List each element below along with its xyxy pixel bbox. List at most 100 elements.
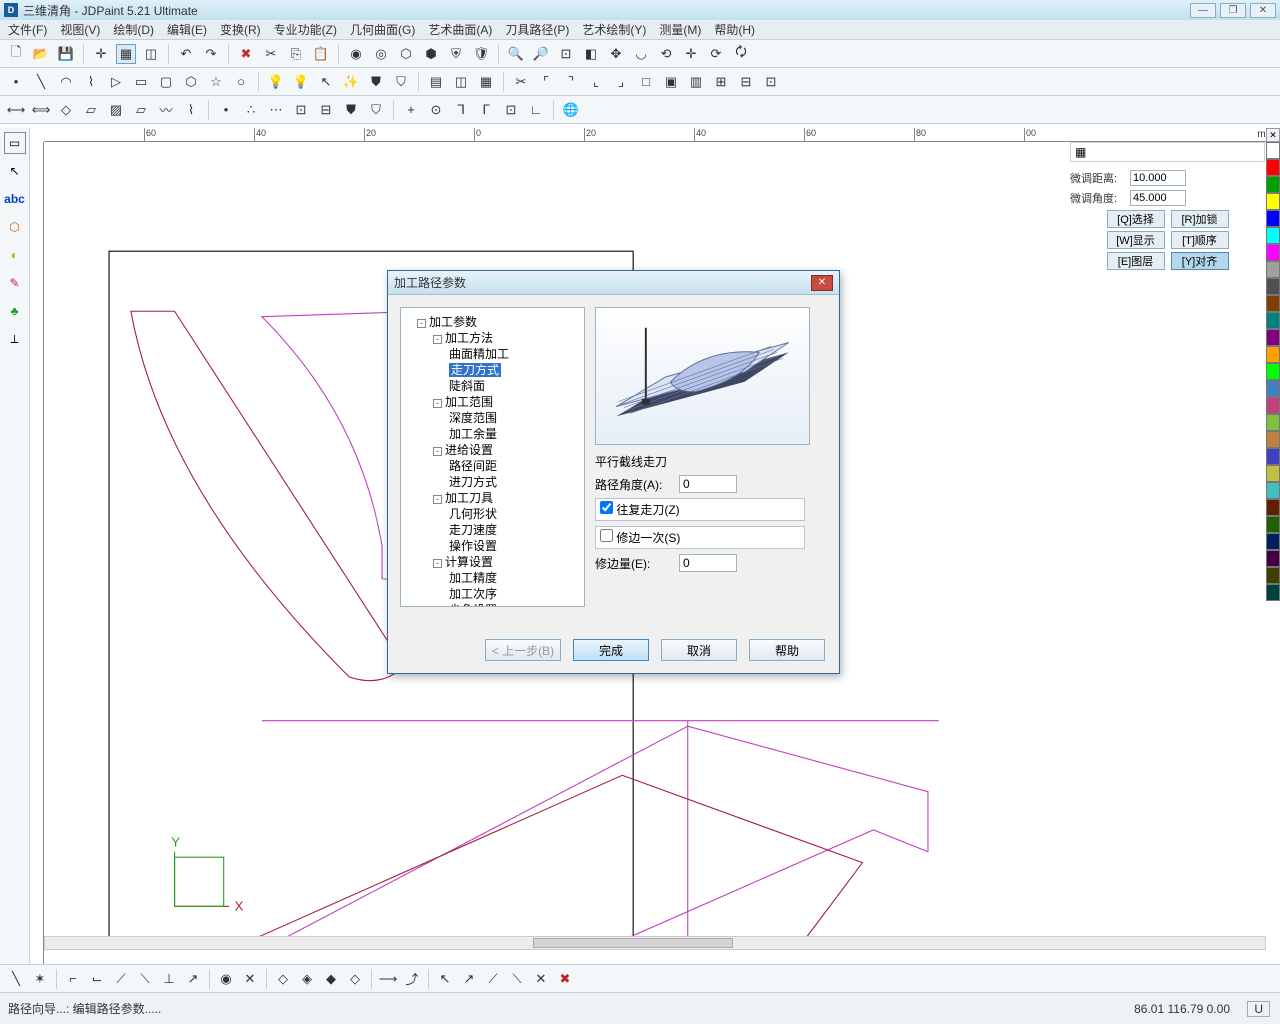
path-14-icon[interactable]: ◇ <box>345 969 365 989</box>
shield-icon[interactable]: ⛨ <box>446 44 466 64</box>
group-icon[interactable]: ⊡ <box>291 100 311 120</box>
corner-tr-icon[interactable]: ⌝ <box>561 72 581 92</box>
tree-node[interactable]: 进刀方式 <box>405 474 580 490</box>
curve2-icon[interactable]: ⌇ <box>181 100 201 120</box>
tree-node[interactable]: -进给设置 <box>405 442 580 458</box>
path-2-icon[interactable]: ✶ <box>30 969 50 989</box>
path-1-icon[interactable]: ╲ <box>6 969 26 989</box>
color-swatch[interactable] <box>1266 278 1280 295</box>
highlight-icon[interactable]: ✨ <box>341 72 361 92</box>
corner-br-icon[interactable]: ⌟ <box>611 72 631 92</box>
close-button[interactable]: ✕ <box>1250 3 1276 18</box>
btn-y-align[interactable]: [Y]对齐 <box>1171 252 1229 270</box>
minimize-button[interactable]: — <box>1190 3 1216 18</box>
color-swatch[interactable] <box>1266 159 1280 176</box>
color-swatch[interactable] <box>1266 584 1280 601</box>
color-swatch[interactable] <box>1266 346 1280 363</box>
color-swatch[interactable] <box>1266 499 1280 516</box>
color-swatch[interactable] <box>1266 312 1280 329</box>
point-icon[interactable]: • <box>6 72 26 92</box>
square3-icon[interactable]: ▥ <box>686 72 706 92</box>
corner-bl-icon[interactable]: ⌞ <box>586 72 606 92</box>
tool-b[interactable]: ◎ <box>371 44 391 64</box>
finish-button[interactable]: 完成 <box>573 639 649 661</box>
path-19-icon[interactable]: ⟋ <box>483 969 503 989</box>
text-tool-icon[interactable]: abc <box>4 188 26 210</box>
path-8-icon[interactable]: ↗ <box>183 969 203 989</box>
curve-icon[interactable]: 〰 <box>156 100 176 120</box>
scrollbar-horizontal[interactable] <box>44 936 1266 950</box>
dialog-titlebar[interactable]: 加工路径参数 ✕ <box>388 271 839 295</box>
tree-node[interactable]: 深度范围 <box>405 410 580 426</box>
select-tool-icon[interactable]: ▭ <box>4 132 26 154</box>
color-swatch[interactable] <box>1266 516 1280 533</box>
triangle-icon[interactable]: ▷ <box>106 72 126 92</box>
tree-node[interactable]: 路径间距 <box>405 458 580 474</box>
shield-4-icon[interactable]: ⛉ <box>391 72 411 92</box>
tool-c[interactable]: ⬡ <box>396 44 416 64</box>
zoom-in-icon[interactable]: 🔍 <box>506 44 526 64</box>
pan-icon[interactable]: ✥ <box>606 44 626 64</box>
tree-node[interactable]: 曲面精加工 <box>405 346 580 362</box>
path-15-icon[interactable]: ⟶ <box>378 969 398 989</box>
color-swatch[interactable] <box>1266 414 1280 431</box>
menu-measure[interactable]: 测量(M) <box>659 21 701 38</box>
paste-icon[interactable]: 📋 <box>311 44 331 64</box>
dim-box-icon[interactable]: ◇ <box>56 100 76 120</box>
trim-amount-input[interactable] <box>679 554 737 572</box>
path-21-icon[interactable]: ✕ <box>531 969 551 989</box>
btn-e-layer[interactable]: [E]图层 <box>1107 252 1165 270</box>
panel-tab[interactable]: ▦ <box>1070 142 1265 162</box>
undo-icon[interactable]: ↶ <box>176 44 196 64</box>
menu-view[interactable]: 视图(V) <box>60 21 100 38</box>
menu-edit[interactable]: 编辑(E) <box>167 21 207 38</box>
measure-tool-icon[interactable]: ⟂ <box>4 328 26 350</box>
dialog-close-icon[interactable]: ✕ <box>811 275 833 291</box>
shape-tool-icon[interactable]: ⬡ <box>4 216 26 238</box>
color-swatch[interactable] <box>1266 482 1280 499</box>
param-tree[interactable]: -加工参数-加工方法曲面精加工走刀方式陡斜面-加工范围深度范围加工余量-进给设置… <box>400 307 585 607</box>
menu-artsurface[interactable]: 艺术曲面(A) <box>428 21 492 38</box>
doc-close-icon[interactable]: ✕ <box>1266 128 1280 142</box>
bulb-on-icon[interactable]: 💡 <box>266 72 286 92</box>
recip-checkbox-row[interactable]: 往复走刀(Z) <box>595 498 805 521</box>
center-icon[interactable]: ✛ <box>681 44 701 64</box>
color-swatch[interactable] <box>1266 142 1280 159</box>
path-9-icon[interactable]: ◉ <box>216 969 236 989</box>
polyline-icon[interactable]: ⌇ <box>81 72 101 92</box>
shield-5-icon[interactable]: ⛊ <box>341 100 361 120</box>
menu-transform[interactable]: 变换(R) <box>220 21 261 38</box>
shield-2-icon[interactable]: 🛡 <box>471 44 491 64</box>
path-22-icon[interactable]: ✖ <box>555 969 575 989</box>
angle-icon[interactable]: ∟ <box>526 100 546 120</box>
grid-icon[interactable]: ▦ <box>116 44 136 64</box>
dot2-icon[interactable]: ⊙ <box>426 100 446 120</box>
color-swatch[interactable] <box>1266 465 1280 482</box>
trim-checkbox-row[interactable]: 修边一次(S) <box>595 526 805 549</box>
redo-icon[interactable]: ↷ <box>201 44 221 64</box>
dim-poly-icon[interactable]: ▱ <box>81 100 101 120</box>
path-3-icon[interactable]: ⌐ <box>63 969 83 989</box>
dim-h-icon[interactable]: ⟷ <box>6 100 26 120</box>
dots-icon[interactable]: ∴ <box>241 100 261 120</box>
refresh-icon[interactable]: 🗘 <box>731 44 751 64</box>
menu-toolpath[interactable]: 刀具路径(P) <box>505 21 569 38</box>
circle-icon[interactable]: ○ <box>231 72 251 92</box>
menu-pro[interactable]: 专业功能(Z) <box>274 21 337 38</box>
box-icon[interactable]: ⊡ <box>501 100 521 120</box>
tree-node[interactable]: 尖角设置 <box>405 602 580 607</box>
maximize-button[interactable]: ❐ <box>1220 3 1246 18</box>
path-17-icon[interactable]: ↖ <box>435 969 455 989</box>
dash-icon[interactable]: ⋯ <box>266 100 286 120</box>
corner-tl-icon[interactable]: ⌜ <box>536 72 556 92</box>
cut-icon[interactable]: ✂ <box>261 44 281 64</box>
zoom-range-icon[interactable]: ◧ <box>581 44 601 64</box>
angle-input[interactable] <box>1130 190 1186 206</box>
grid2-icon[interactable]: ⊡ <box>761 72 781 92</box>
tree-node[interactable]: 走刀方式 <box>405 362 580 378</box>
color-swatch[interactable] <box>1266 448 1280 465</box>
color-swatch[interactable] <box>1266 397 1280 414</box>
dotted-icon[interactable]: ▨ <box>106 100 126 120</box>
btn-w-show[interactable]: [W]显示 <box>1107 231 1165 249</box>
xy2-icon[interactable]: ᒥ <box>476 100 496 120</box>
